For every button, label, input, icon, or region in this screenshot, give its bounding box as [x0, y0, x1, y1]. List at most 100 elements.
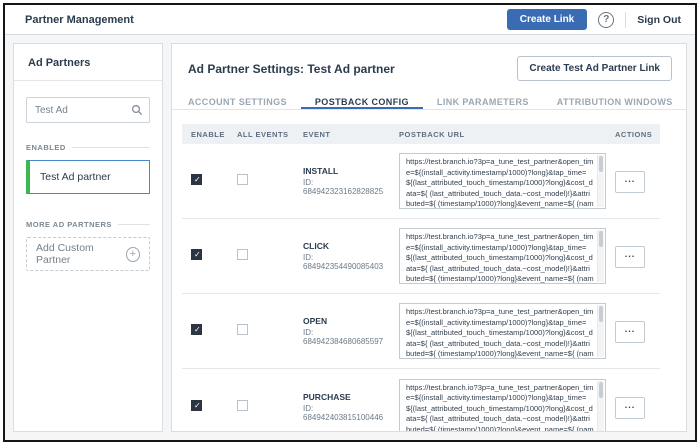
- search-icon: [131, 103, 143, 121]
- tab-postback-config[interactable]: POSTBACK CONFIG: [301, 91, 423, 109]
- app-window: Partner Management Create Link ? Sign Ou…: [3, 3, 697, 442]
- event-id: ID: 684942323162828825: [303, 178, 390, 196]
- postback-url-text: https://test.branch.io?3p=a_tune_test_pa…: [406, 232, 594, 284]
- column-header-all-events: ALL EVENTS: [228, 130, 294, 139]
- panel-header: Ad Partner Settings: Test Ad partner Cre…: [172, 44, 686, 91]
- enable-checkbox[interactable]: [191, 324, 202, 335]
- add-custom-partner-label: Add Custom Partner: [36, 242, 126, 266]
- tab-attribution-windows[interactable]: ATTRIBUTION WINDOWS: [543, 91, 687, 109]
- add-custom-partner-button[interactable]: Add Custom Partner +: [26, 237, 150, 271]
- sidebar-item-test-ad-partner[interactable]: Test Ad partner: [26, 160, 150, 194]
- all-events-cell: [228, 398, 294, 416]
- tab-link-parameters[interactable]: LINK PARAMETERS: [423, 91, 543, 109]
- all-events-cell: [228, 172, 294, 190]
- scrollbar-thumb[interactable]: [599, 156, 603, 172]
- ad-partners-sidebar: Ad Partners ENABLED Test Ad partner MORE…: [13, 43, 163, 432]
- event-id: ID: 684942354490085403: [303, 253, 390, 271]
- scrollbar[interactable]: [597, 305, 604, 357]
- postback-url-text: https://test.branch.io?3p=a_tune_test_pa…: [406, 307, 594, 359]
- postback-url-textarea[interactable]: https://test.branch.io?3p=a_tune_test_pa…: [399, 379, 606, 433]
- event-id: ID: 684942384680685597: [303, 328, 390, 346]
- enable-cell: [182, 247, 228, 265]
- all-events-checkbox[interactable]: [237, 249, 248, 260]
- enable-checkbox[interactable]: [191, 400, 202, 411]
- postback-url-textarea[interactable]: https://test.branch.io?3p=a_tune_test_pa…: [399, 228, 606, 284]
- postback-url-cell: https://test.branch.io?3p=a_tune_test_pa…: [390, 303, 606, 359]
- row-actions-button[interactable]: ...: [615, 246, 645, 268]
- actions-cell: ...: [606, 169, 660, 193]
- column-header-postback-url: POSTBACK URL: [390, 130, 606, 139]
- plus-icon: +: [126, 247, 140, 262]
- topbar-actions: Create Link ? Sign Out: [507, 9, 681, 30]
- create-link-button[interactable]: Create Link: [507, 9, 587, 30]
- partner-name: Test Ad partner: [40, 171, 111, 183]
- scrollbar[interactable]: [597, 230, 604, 282]
- all-events-checkbox[interactable]: [237, 324, 248, 335]
- partner-search: [26, 97, 150, 123]
- event-name: OPEN: [303, 316, 390, 326]
- postback-url-cell: https://test.branch.io?3p=a_tune_test_pa…: [390, 379, 606, 433]
- event-cell: INSTALL ID: 684942323162828825: [294, 166, 390, 196]
- page-title: Partner Management: [25, 14, 134, 26]
- enable-cell: [182, 322, 228, 340]
- actions-cell: ...: [606, 319, 660, 343]
- enabled-section-label: ENABLED: [26, 143, 150, 152]
- enable-checkbox[interactable]: [191, 174, 202, 185]
- scrollbar[interactable]: [597, 155, 604, 207]
- event-cell: CLICK ID: 684942354490085403: [294, 241, 390, 271]
- table-row: OPEN ID: 684942384680685597 https://test…: [182, 294, 660, 369]
- tab-account-settings[interactable]: ACCOUNT SETTINGS: [188, 91, 301, 109]
- event-id: ID: 684942403815100446: [303, 404, 390, 422]
- settings-tabs: ACCOUNT SETTINGS POSTBACK CONFIG LINK PA…: [172, 91, 686, 110]
- help-icon[interactable]: ?: [598, 12, 614, 28]
- event-name: CLICK: [303, 241, 390, 251]
- column-header-enable: ENABLE: [182, 130, 228, 139]
- content-area: Ad Partners ENABLED Test Ad partner MORE…: [5, 35, 695, 440]
- divider: [72, 147, 150, 148]
- divider: [118, 224, 150, 225]
- actions-cell: ...: [606, 395, 660, 419]
- enabled-section-text: ENABLED: [26, 143, 66, 152]
- event-name: INSTALL: [303, 166, 390, 176]
- event-cell: PURCHASE ID: 684942403815100446: [294, 392, 390, 422]
- more-partners-text: MORE AD PARTNERS: [26, 220, 112, 229]
- row-actions-button[interactable]: ...: [615, 171, 645, 193]
- divider: [625, 12, 626, 28]
- postback-table: ENABLE ALL EVENTS EVENT POSTBACK URL ACT…: [182, 124, 660, 432]
- postback-url-textarea[interactable]: https://test.branch.io?3p=a_tune_test_pa…: [399, 153, 606, 209]
- column-header-actions: ACTIONS: [606, 130, 660, 139]
- all-events-cell: [228, 247, 294, 265]
- table-row: CLICK ID: 684942354490085403 https://tes…: [182, 219, 660, 294]
- table-row: PURCHASE ID: 684942403815100446 https://…: [182, 369, 660, 432]
- row-actions-button[interactable]: ...: [615, 321, 645, 343]
- all-events-checkbox[interactable]: [237, 174, 248, 185]
- actions-cell: ...: [606, 244, 660, 268]
- row-actions-button[interactable]: ...: [615, 397, 645, 419]
- scrollbar-thumb[interactable]: [599, 306, 603, 322]
- scrollbar-thumb[interactable]: [599, 231, 603, 247]
- postback-url-cell: https://test.branch.io?3p=a_tune_test_pa…: [390, 228, 606, 284]
- table-row: INSTALL ID: 684942323162828825 https://t…: [182, 144, 660, 219]
- partner-settings-panel: Ad Partner Settings: Test Ad partner Cre…: [171, 43, 687, 432]
- enable-checkbox[interactable]: [191, 249, 202, 260]
- column-header-event: EVENT: [294, 130, 390, 139]
- enable-cell: [182, 172, 228, 190]
- scrollbar-thumb[interactable]: [599, 382, 603, 398]
- sign-out-button[interactable]: Sign Out: [637, 14, 681, 26]
- event-cell: OPEN ID: 684942384680685597: [294, 316, 390, 346]
- create-test-ad-partner-link-button[interactable]: Create Test Ad Partner Link: [517, 56, 672, 81]
- sidebar-body: ENABLED Test Ad partner MORE AD PARTNERS…: [14, 81, 162, 287]
- enable-cell: [182, 398, 228, 416]
- table-header-row: ENABLE ALL EVENTS EVENT POSTBACK URL ACT…: [182, 124, 660, 144]
- postback-url-text: https://test.branch.io?3p=a_tune_test_pa…: [406, 383, 594, 433]
- all-events-checkbox[interactable]: [237, 400, 248, 411]
- topbar: Partner Management Create Link ? Sign Ou…: [5, 5, 695, 35]
- postback-url-text: https://test.branch.io?3p=a_tune_test_pa…: [406, 157, 594, 209]
- panel-title: Ad Partner Settings: Test Ad partner: [188, 62, 395, 76]
- scrollbar[interactable]: [597, 381, 604, 433]
- postback-url-cell: https://test.branch.io?3p=a_tune_test_pa…: [390, 153, 606, 209]
- all-events-cell: [228, 322, 294, 340]
- sidebar-title: Ad Partners: [14, 44, 162, 81]
- event-name: PURCHASE: [303, 392, 390, 402]
- postback-url-textarea[interactable]: https://test.branch.io?3p=a_tune_test_pa…: [399, 303, 606, 359]
